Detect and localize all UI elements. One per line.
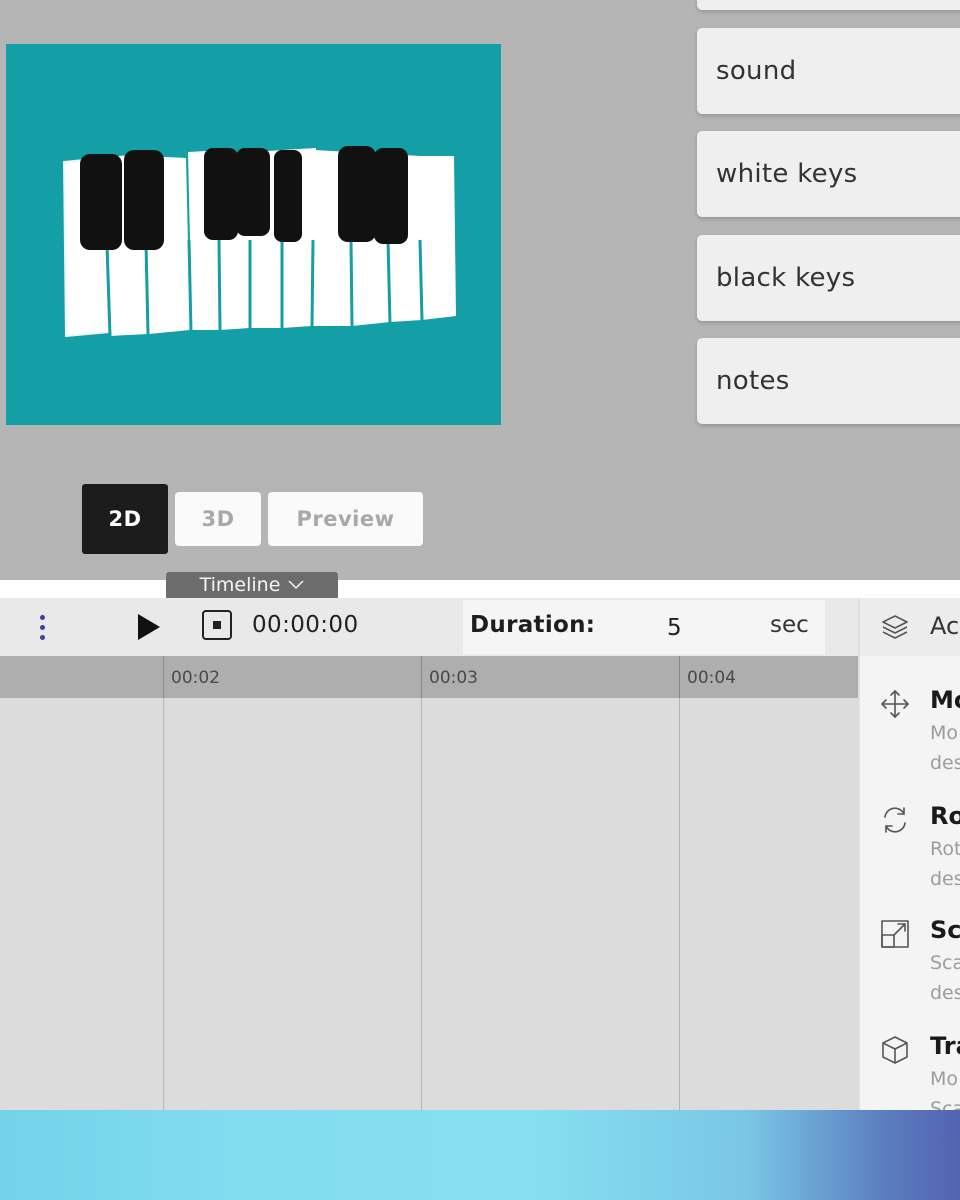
actions-header: Ac bbox=[860, 598, 960, 656]
mode-preview-button[interactable]: Preview bbox=[268, 492, 423, 546]
move-icon bbox=[881, 690, 909, 718]
timeline-ruler[interactable]: 00:02 00:03 00:04 bbox=[0, 656, 858, 698]
duration-unit: sec bbox=[770, 612, 809, 638]
canvas-preview[interactable] bbox=[6, 44, 501, 425]
action-description: Sca bbox=[930, 1098, 960, 1110]
grid-line bbox=[163, 698, 164, 1110]
action-description: des bbox=[930, 982, 960, 1004]
action-name: Sc bbox=[930, 916, 960, 944]
piano-keyboard-illustration bbox=[62, 146, 456, 338]
transform-cube-icon bbox=[882, 1036, 908, 1064]
actions-panel: Ac Mo Mo des Ro Rot des bbox=[858, 598, 960, 1110]
layer-item-notes[interactable]: notes bbox=[697, 338, 960, 424]
bottom-gradient-bar bbox=[0, 1110, 960, 1200]
action-description: Mo bbox=[930, 1068, 959, 1090]
duration-input[interactable]: 5 bbox=[667, 615, 682, 641]
current-time-display: 00:00:00 bbox=[252, 612, 359, 638]
layer-item-sound[interactable]: sound bbox=[697, 28, 960, 114]
mode-3d-button[interactable]: 3D bbox=[175, 492, 261, 546]
action-name: Tra bbox=[930, 1032, 960, 1060]
action-name: Ro bbox=[930, 802, 960, 830]
layers-icon bbox=[882, 615, 908, 639]
action-description: des bbox=[930, 868, 960, 890]
layer-item-white-keys[interactable]: white keys bbox=[697, 131, 960, 217]
action-name: Mo bbox=[930, 686, 960, 714]
ruler-tick: 00:02 bbox=[163, 656, 220, 698]
stop-icon[interactable] bbox=[201, 609, 233, 641]
action-move[interactable]: Mo Mo des bbox=[860, 686, 960, 796]
ruler-tick: 00:03 bbox=[421, 656, 478, 698]
timeline-toggle-label: Timeline bbox=[199, 574, 281, 596]
layer-item[interactable] bbox=[697, 0, 960, 10]
grid-line bbox=[679, 698, 680, 1110]
timeline-panel: Timeline 00:00:00 Duration: 5 sec 00:02 … bbox=[0, 572, 960, 1110]
action-scale[interactable]: Sc Sca des bbox=[860, 916, 960, 1026]
scale-icon bbox=[881, 920, 909, 948]
action-description: Sca bbox=[930, 952, 960, 974]
chevron-down-icon bbox=[288, 580, 304, 590]
timeline-toggle-button[interactable]: Timeline bbox=[166, 572, 338, 598]
ruler-tick: 00:04 bbox=[679, 656, 736, 698]
duration-box: Duration: 5 sec bbox=[463, 600, 825, 654]
play-icon[interactable] bbox=[134, 611, 164, 643]
action-description: Rot bbox=[930, 838, 960, 860]
action-description: Mo bbox=[930, 722, 959, 744]
stage-area: sound white keys black keys notes 2D 3D … bbox=[0, 0, 960, 580]
mode-2d-button[interactable]: 2D bbox=[82, 484, 168, 554]
kebab-menu-icon[interactable] bbox=[30, 608, 54, 646]
grid-line bbox=[421, 698, 422, 1110]
actions-title: Ac bbox=[930, 612, 960, 640]
action-rotate[interactable]: Ro Rot des bbox=[860, 802, 960, 912]
rotate-icon bbox=[884, 807, 906, 833]
layer-item-black-keys[interactable]: black keys bbox=[697, 235, 960, 321]
action-transform[interactable]: Tra Mo Sca bbox=[860, 1032, 960, 1110]
timeline-track-area[interactable] bbox=[0, 698, 858, 1110]
timeline-toolbar: 00:00:00 Duration: 5 sec bbox=[0, 598, 858, 656]
action-description: des bbox=[930, 752, 960, 774]
duration-label: Duration: bbox=[470, 612, 596, 638]
